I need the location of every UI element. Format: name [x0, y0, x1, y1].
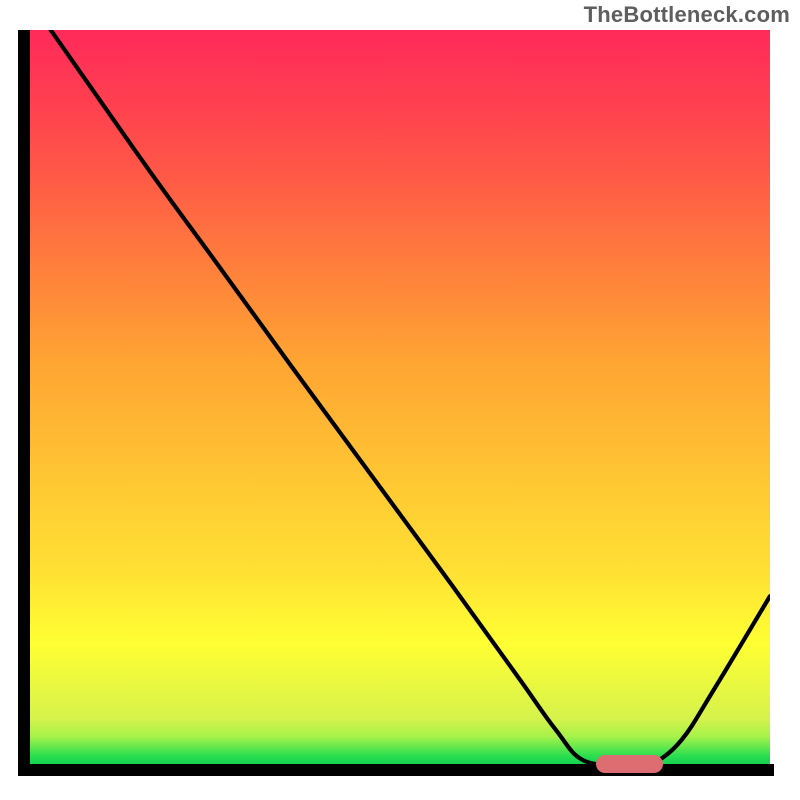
- y-axis: [18, 30, 30, 770]
- bottleneck-curve-line: [30, 30, 770, 766]
- optimal-range-marker: [596, 755, 663, 773]
- chart-curve-svg: [30, 30, 770, 770]
- watermark-text: TheBottleneck.com: [584, 2, 790, 28]
